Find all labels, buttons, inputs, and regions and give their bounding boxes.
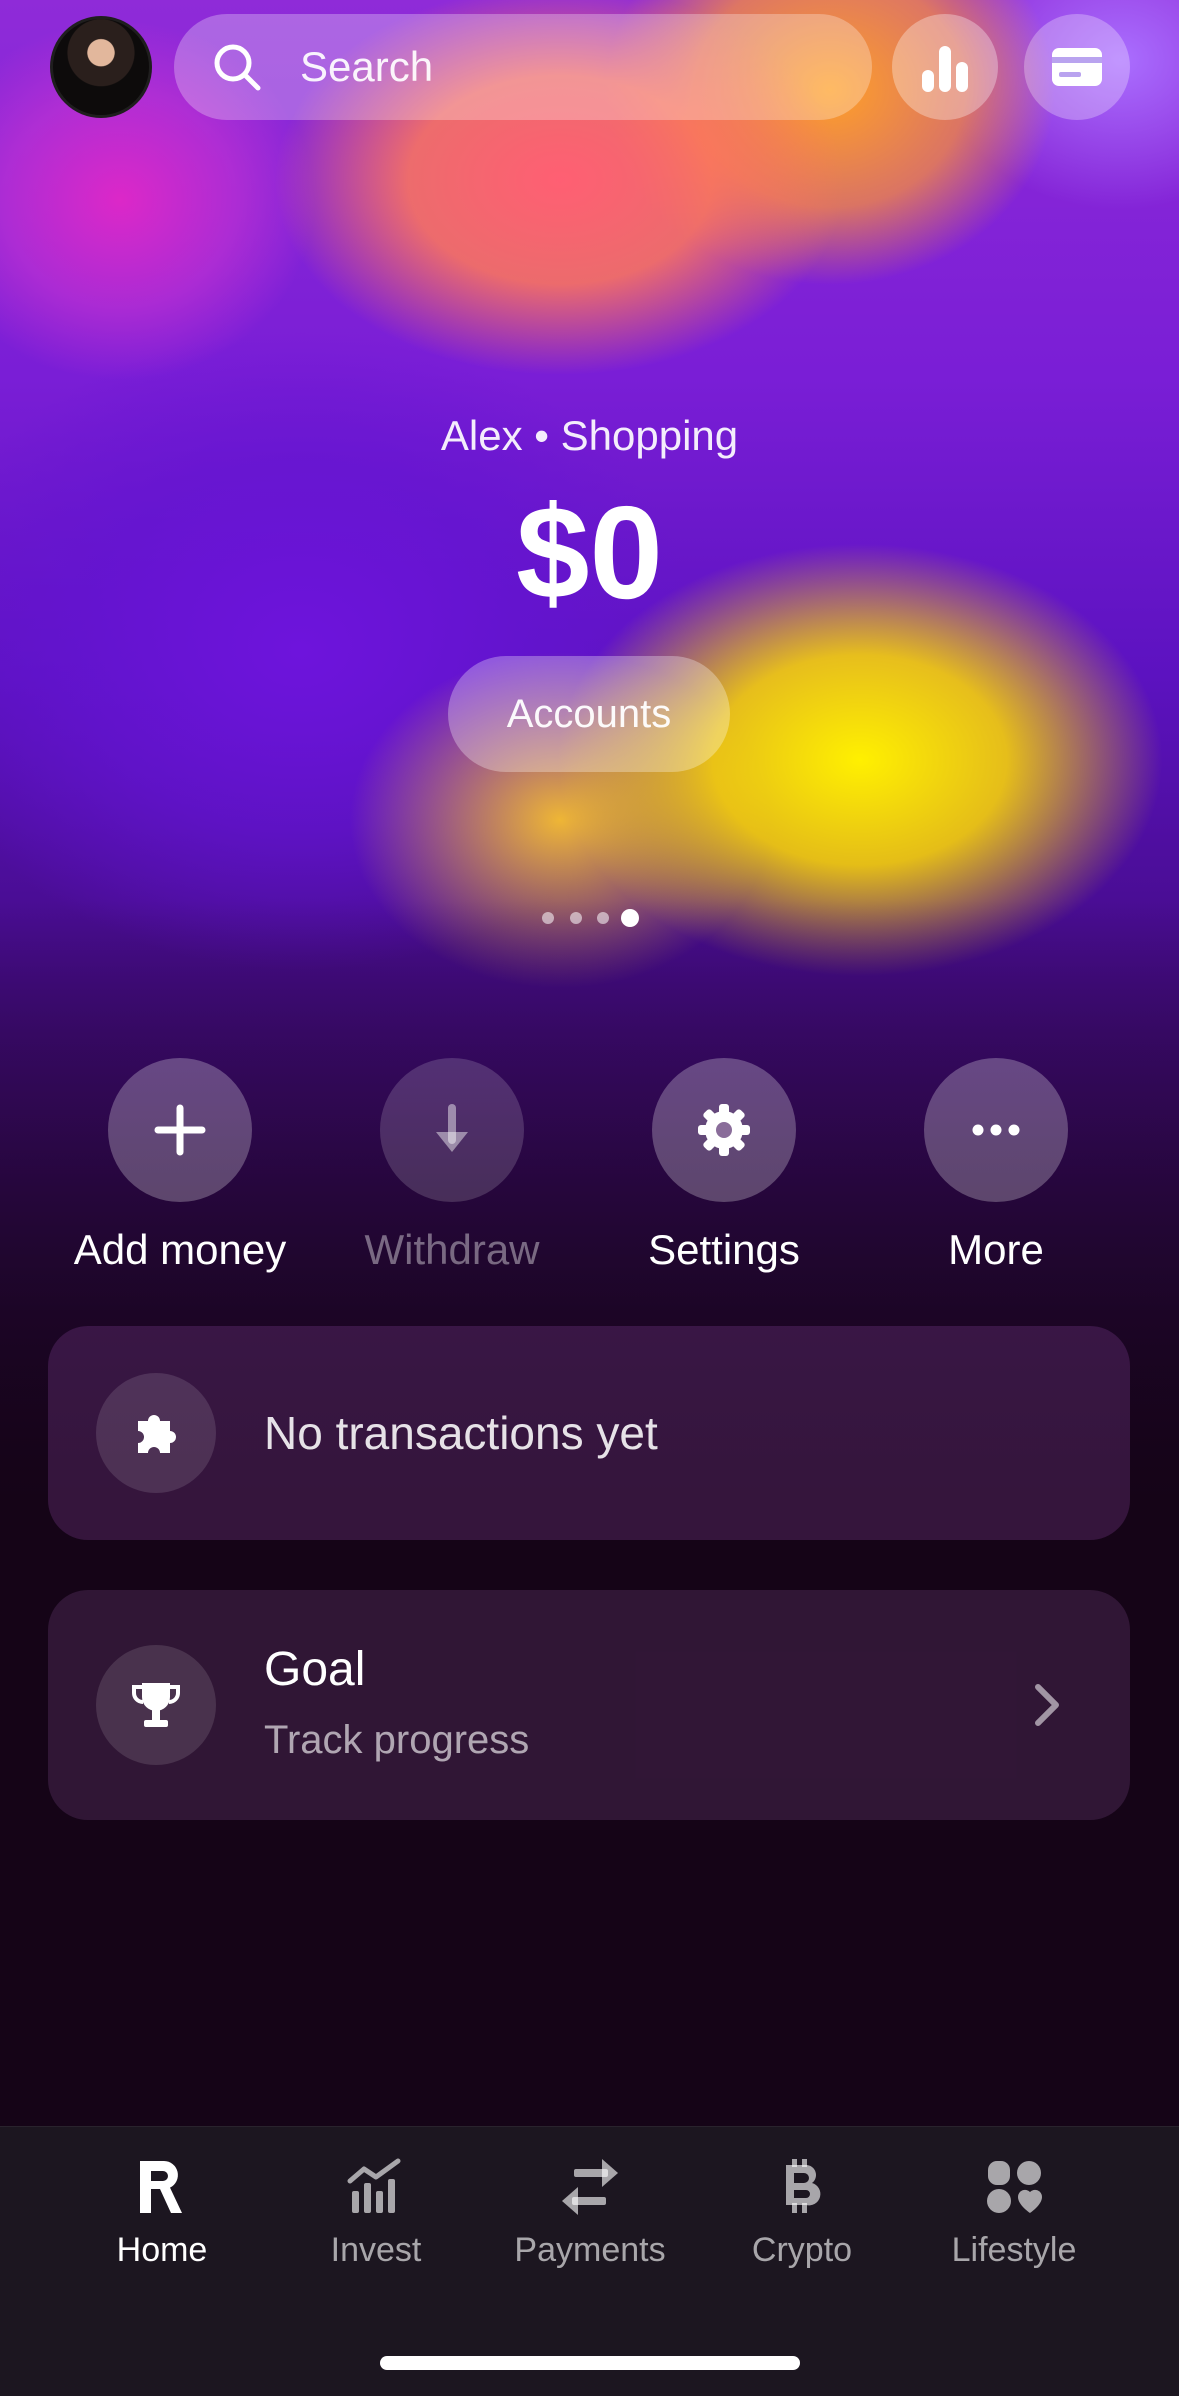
search-placeholder: Search xyxy=(300,43,434,90)
search-bar[interactable]: Search xyxy=(174,14,872,120)
tab-payments[interactable]: Payments xyxy=(490,2157,690,2277)
withdraw-label: Withdraw xyxy=(364,1226,540,1273)
no-transactions-text: No transactions yet xyxy=(264,1407,658,1459)
goal-title: Goal xyxy=(264,1643,366,1696)
transactions-card[interactable]: No transactions yet xyxy=(48,1326,1130,1540)
bitcoin-icon xyxy=(786,2159,821,2213)
add-money-circle xyxy=(108,1058,252,1202)
top-bar: Search xyxy=(0,0,1179,140)
transfer-arrows-icon xyxy=(562,2159,618,2215)
page-dot-active xyxy=(621,909,639,927)
revolut-r-icon xyxy=(140,2161,182,2213)
accounts-button[interactable]: Accounts xyxy=(448,656,730,772)
withdraw-button[interactable]: Withdraw xyxy=(332,1058,572,1288)
puzzle-icon xyxy=(138,1415,176,1453)
more-circle xyxy=(924,1058,1068,1202)
goal-badge xyxy=(96,1645,216,1765)
tab-crypto[interactable]: Crypto xyxy=(702,2157,902,2277)
balance-amount: $0 xyxy=(516,479,663,626)
lifestyle-icon xyxy=(987,2161,1043,2213)
page-dot xyxy=(542,912,554,924)
gear-icon xyxy=(698,1104,750,1156)
page-dot xyxy=(597,912,609,924)
trophy-icon xyxy=(132,1683,180,1727)
avatar[interactable] xyxy=(50,16,152,118)
tab-lifestyle[interactable]: Lifestyle xyxy=(914,2157,1114,2277)
settings-circle xyxy=(652,1058,796,1202)
analytics-button[interactable] xyxy=(892,14,998,120)
goal-card[interactable]: Goal Track progress xyxy=(48,1590,1130,1820)
settings-button[interactable]: Settings xyxy=(604,1058,844,1288)
cards-button[interactable] xyxy=(1024,14,1130,120)
tab-invest-label: Invest xyxy=(330,2231,422,2269)
plus-icon xyxy=(154,1104,206,1156)
account-subtitle: Alex • Shopping xyxy=(440,412,739,459)
tab-home[interactable]: Home xyxy=(62,2157,262,2277)
tab-crypto-label: Crypto xyxy=(751,2231,853,2269)
transactions-badge xyxy=(96,1373,216,1493)
search-icon xyxy=(214,44,261,91)
ellipsis-icon xyxy=(972,1124,1020,1136)
page-indicator[interactable] xyxy=(540,906,640,930)
chart-icon xyxy=(347,2158,401,2213)
more-button[interactable]: More xyxy=(876,1058,1116,1288)
page-dot xyxy=(570,912,582,924)
arrow-down-icon xyxy=(436,1104,468,1152)
home-indicator[interactable] xyxy=(380,2356,800,2370)
settings-label: Settings xyxy=(648,1226,800,1273)
goal-subtitle: Track progress xyxy=(264,1718,530,1762)
add-money-label: Add money xyxy=(73,1226,287,1273)
tab-invest[interactable]: Invest xyxy=(276,2157,476,2277)
chevron-right-icon xyxy=(1035,1684,1059,1726)
home-screen: Search Alex • Shopping $0 Accounts Add m… xyxy=(0,0,1179,2396)
add-money-button[interactable]: Add money xyxy=(60,1058,300,1288)
withdraw-circle xyxy=(380,1058,524,1202)
tab-lifestyle-label: Lifestyle xyxy=(951,2231,1077,2269)
tab-payments-label: Payments xyxy=(514,2231,666,2269)
tab-home-label: Home xyxy=(116,2231,208,2269)
more-label: More xyxy=(948,1226,1044,1273)
bar-chart-icon xyxy=(922,46,968,92)
card-icon xyxy=(1052,48,1102,86)
